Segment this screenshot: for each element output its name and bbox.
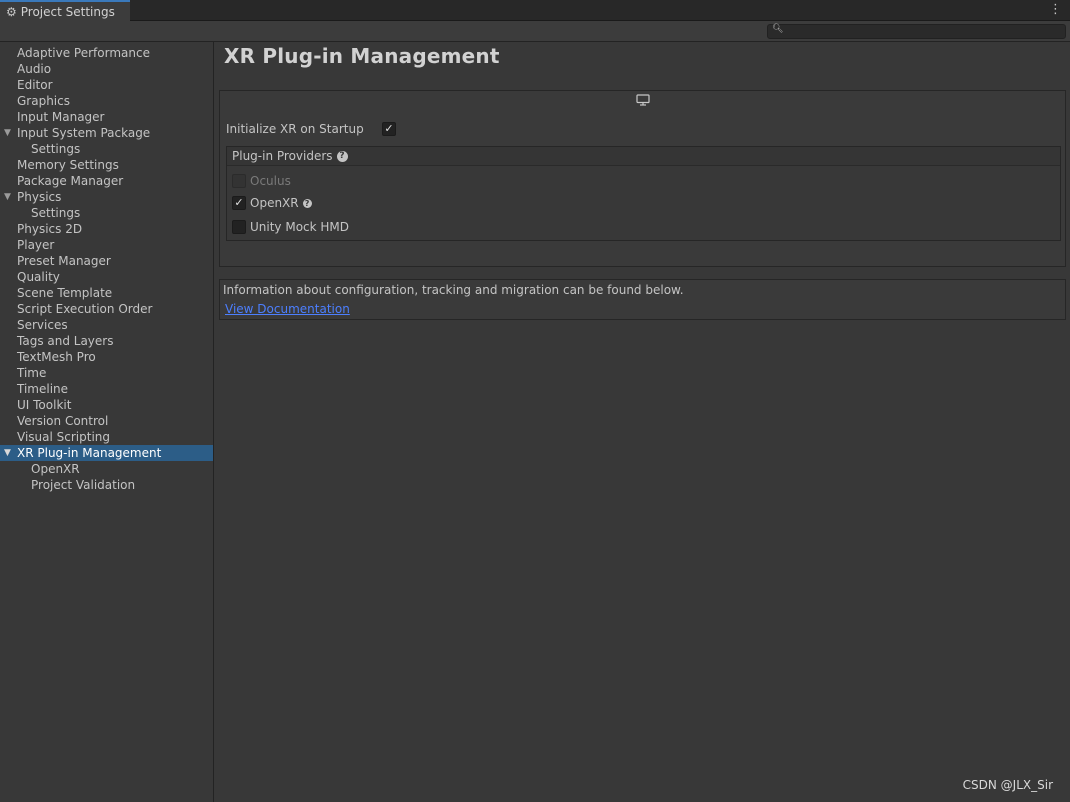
provider-name: OpenXR (250, 196, 299, 210)
sidebar-item-label: Input System Package (17, 126, 151, 140)
sidebar-item[interactable]: Script Execution Order (0, 301, 213, 317)
settings-sidebar: Adaptive Performance Audio Editor Graphics I… (0, 42, 214, 802)
sidebar-item[interactable]: Package Manager (0, 173, 213, 189)
sidebar-item-label: Editor (17, 78, 53, 92)
provider-label: OpenXR? (250, 195, 312, 211)
info-text: Information about configuration, trackin… (223, 283, 684, 297)
search-field[interactable]: 🔍︎ (767, 24, 1066, 39)
sidebar-item-label: Project Validation (31, 478, 136, 492)
sidebar-item-label: Services (17, 318, 68, 332)
sidebar-item-label: OpenXR (31, 462, 80, 476)
sidebar-item-label: Version Control (17, 414, 109, 428)
sidebar-item-label: Script Execution Order (17, 302, 153, 316)
sidebar-item[interactable]: ▼ XR Plug-in Management (0, 445, 213, 461)
sidebar-item-label: Scene Template (17, 286, 113, 300)
sidebar-item[interactable]: Player (0, 237, 213, 253)
sidebar-item-label: TextMesh Pro (17, 350, 96, 364)
sidebar-item[interactable]: Memory Settings (0, 157, 213, 173)
provider-name: Unity Mock HMD (250, 220, 350, 234)
plugin-providers-header: Plug-in Providers? (227, 147, 1060, 166)
initialize-xr-checkbox[interactable]: ✓ (382, 122, 396, 136)
sidebar-item[interactable]: UI Toolkit (0, 397, 213, 413)
page-title: XR Plug-in Management (224, 44, 500, 68)
sidebar-item[interactable]: ▼ Input System Package (0, 125, 213, 141)
sidebar-item[interactable]: Audio (0, 61, 213, 77)
sidebar-item[interactable]: Input Manager (0, 109, 213, 125)
sidebar-item[interactable]: Graphics (0, 93, 213, 109)
sidebar-item[interactable]: Visual Scripting (0, 429, 213, 445)
sidebar-item-label: Settings (31, 206, 81, 220)
sidebar-item[interactable]: ▼ Physics (0, 189, 213, 205)
sidebar-item-label: Time (17, 366, 47, 380)
sidebar-item-label: UI Toolkit (17, 398, 72, 412)
initialize-xr-label: Initialize XR on Startup (226, 122, 364, 136)
tab-title: Project Settings (20, 4, 115, 19)
sidebar-item[interactable]: TextMesh Pro (0, 349, 213, 365)
sidebar-item[interactable]: Editor (0, 77, 213, 93)
sidebar-item[interactable]: Adaptive Performance (0, 45, 213, 61)
desktop-monitor-icon[interactable] (636, 94, 650, 106)
provider-checkbox[interactable]: ✓ (232, 196, 246, 210)
sidebar-item-label: Player (17, 238, 55, 252)
sidebar-item-label: Input Manager (17, 110, 105, 124)
sidebar-item[interactable]: Timeline (0, 381, 213, 397)
sidebar-item-label: Tags and Layers (17, 334, 114, 348)
expand-arrow-icon[interactable]: ▼ (4, 445, 11, 461)
provider-name: Oculus (250, 174, 291, 188)
watermark: CSDN @JLX_Sir (962, 778, 1053, 792)
info-panel: Information about configuration, trackin… (219, 279, 1066, 320)
sidebar-item[interactable]: Preset Manager (0, 253, 213, 269)
sidebar-item-label: Timeline (17, 382, 69, 396)
sidebar-item[interactable]: Settings (0, 141, 213, 157)
sidebar-item[interactable]: Quality (0, 269, 213, 285)
sidebar-item-label: Graphics (17, 94, 70, 108)
sidebar-item-label: Preset Manager (17, 254, 111, 268)
sidebar-item[interactable]: Project Validation (0, 477, 213, 493)
sidebar-item[interactable]: Settings (0, 205, 213, 221)
sidebar-item-label: Settings (31, 142, 81, 156)
xr-settings-panel: Initialize XR on Startup ✓ Plug-in Provi… (219, 90, 1066, 267)
sidebar-item-label: Adaptive Performance (17, 46, 150, 60)
sidebar-item[interactable]: Version Control (0, 413, 213, 429)
project-settings-tab[interactable]: ⚙ Project Settings (0, 0, 130, 21)
sidebar-item-label: Physics (17, 190, 62, 204)
sidebar-item[interactable]: OpenXR (0, 461, 213, 477)
window-tab-bar: ⚙ Project Settings ⋮ (0, 0, 1070, 21)
view-documentation-link[interactable]: View Documentation (225, 302, 350, 316)
provider-checkbox (232, 174, 246, 188)
settings-content: XR Plug-in Management Initialize XR on S… (215, 42, 1070, 802)
provider-label: Oculus (250, 173, 291, 189)
sidebar-item-label: Quality (17, 270, 60, 284)
help-icon[interactable]: ? (302, 199, 312, 208)
gear-icon: ⚙ (6, 4, 17, 19)
provider-label: Unity Mock HMD (250, 219, 349, 235)
sidebar-item[interactable]: Physics 2D (0, 221, 213, 237)
sidebar-item[interactable]: Scene Template (0, 285, 213, 301)
expand-arrow-icon[interactable]: ▼ (4, 125, 11, 141)
expand-arrow-icon[interactable]: ▼ (4, 189, 11, 205)
sidebar-item-label: Physics 2D (17, 222, 83, 236)
sidebar-item[interactable]: Tags and Layers (0, 333, 213, 349)
search-input[interactable] (784, 25, 1062, 38)
sidebar-item-label: Memory Settings (17, 158, 119, 172)
sidebar-item-label: Visual Scripting (17, 430, 110, 444)
sidebar-item-label: XR Plug-in Management (17, 446, 162, 460)
sidebar-item-label: Package Manager (17, 174, 124, 188)
sidebar-item[interactable]: Services (0, 317, 213, 333)
toolbar: 🔍︎ (0, 21, 1070, 42)
sidebar-item[interactable]: Time (0, 365, 213, 381)
plugin-providers-label: Plug-in Providers (232, 149, 333, 163)
search-icon: 🔍︎ (772, 24, 784, 34)
plugin-providers-panel: Plug-in Providers? Oculus ✓ OpenXR? Unity M… (226, 146, 1061, 241)
provider-checkbox[interactable] (232, 220, 246, 234)
kebab-menu-icon[interactable]: ⋮ (1049, 2, 1062, 18)
help-icon[interactable]: ? (336, 151, 348, 162)
sidebar-item-label: Audio (17, 62, 52, 76)
initialize-xr-row: Initialize XR on Startup ✓ (226, 121, 396, 137)
